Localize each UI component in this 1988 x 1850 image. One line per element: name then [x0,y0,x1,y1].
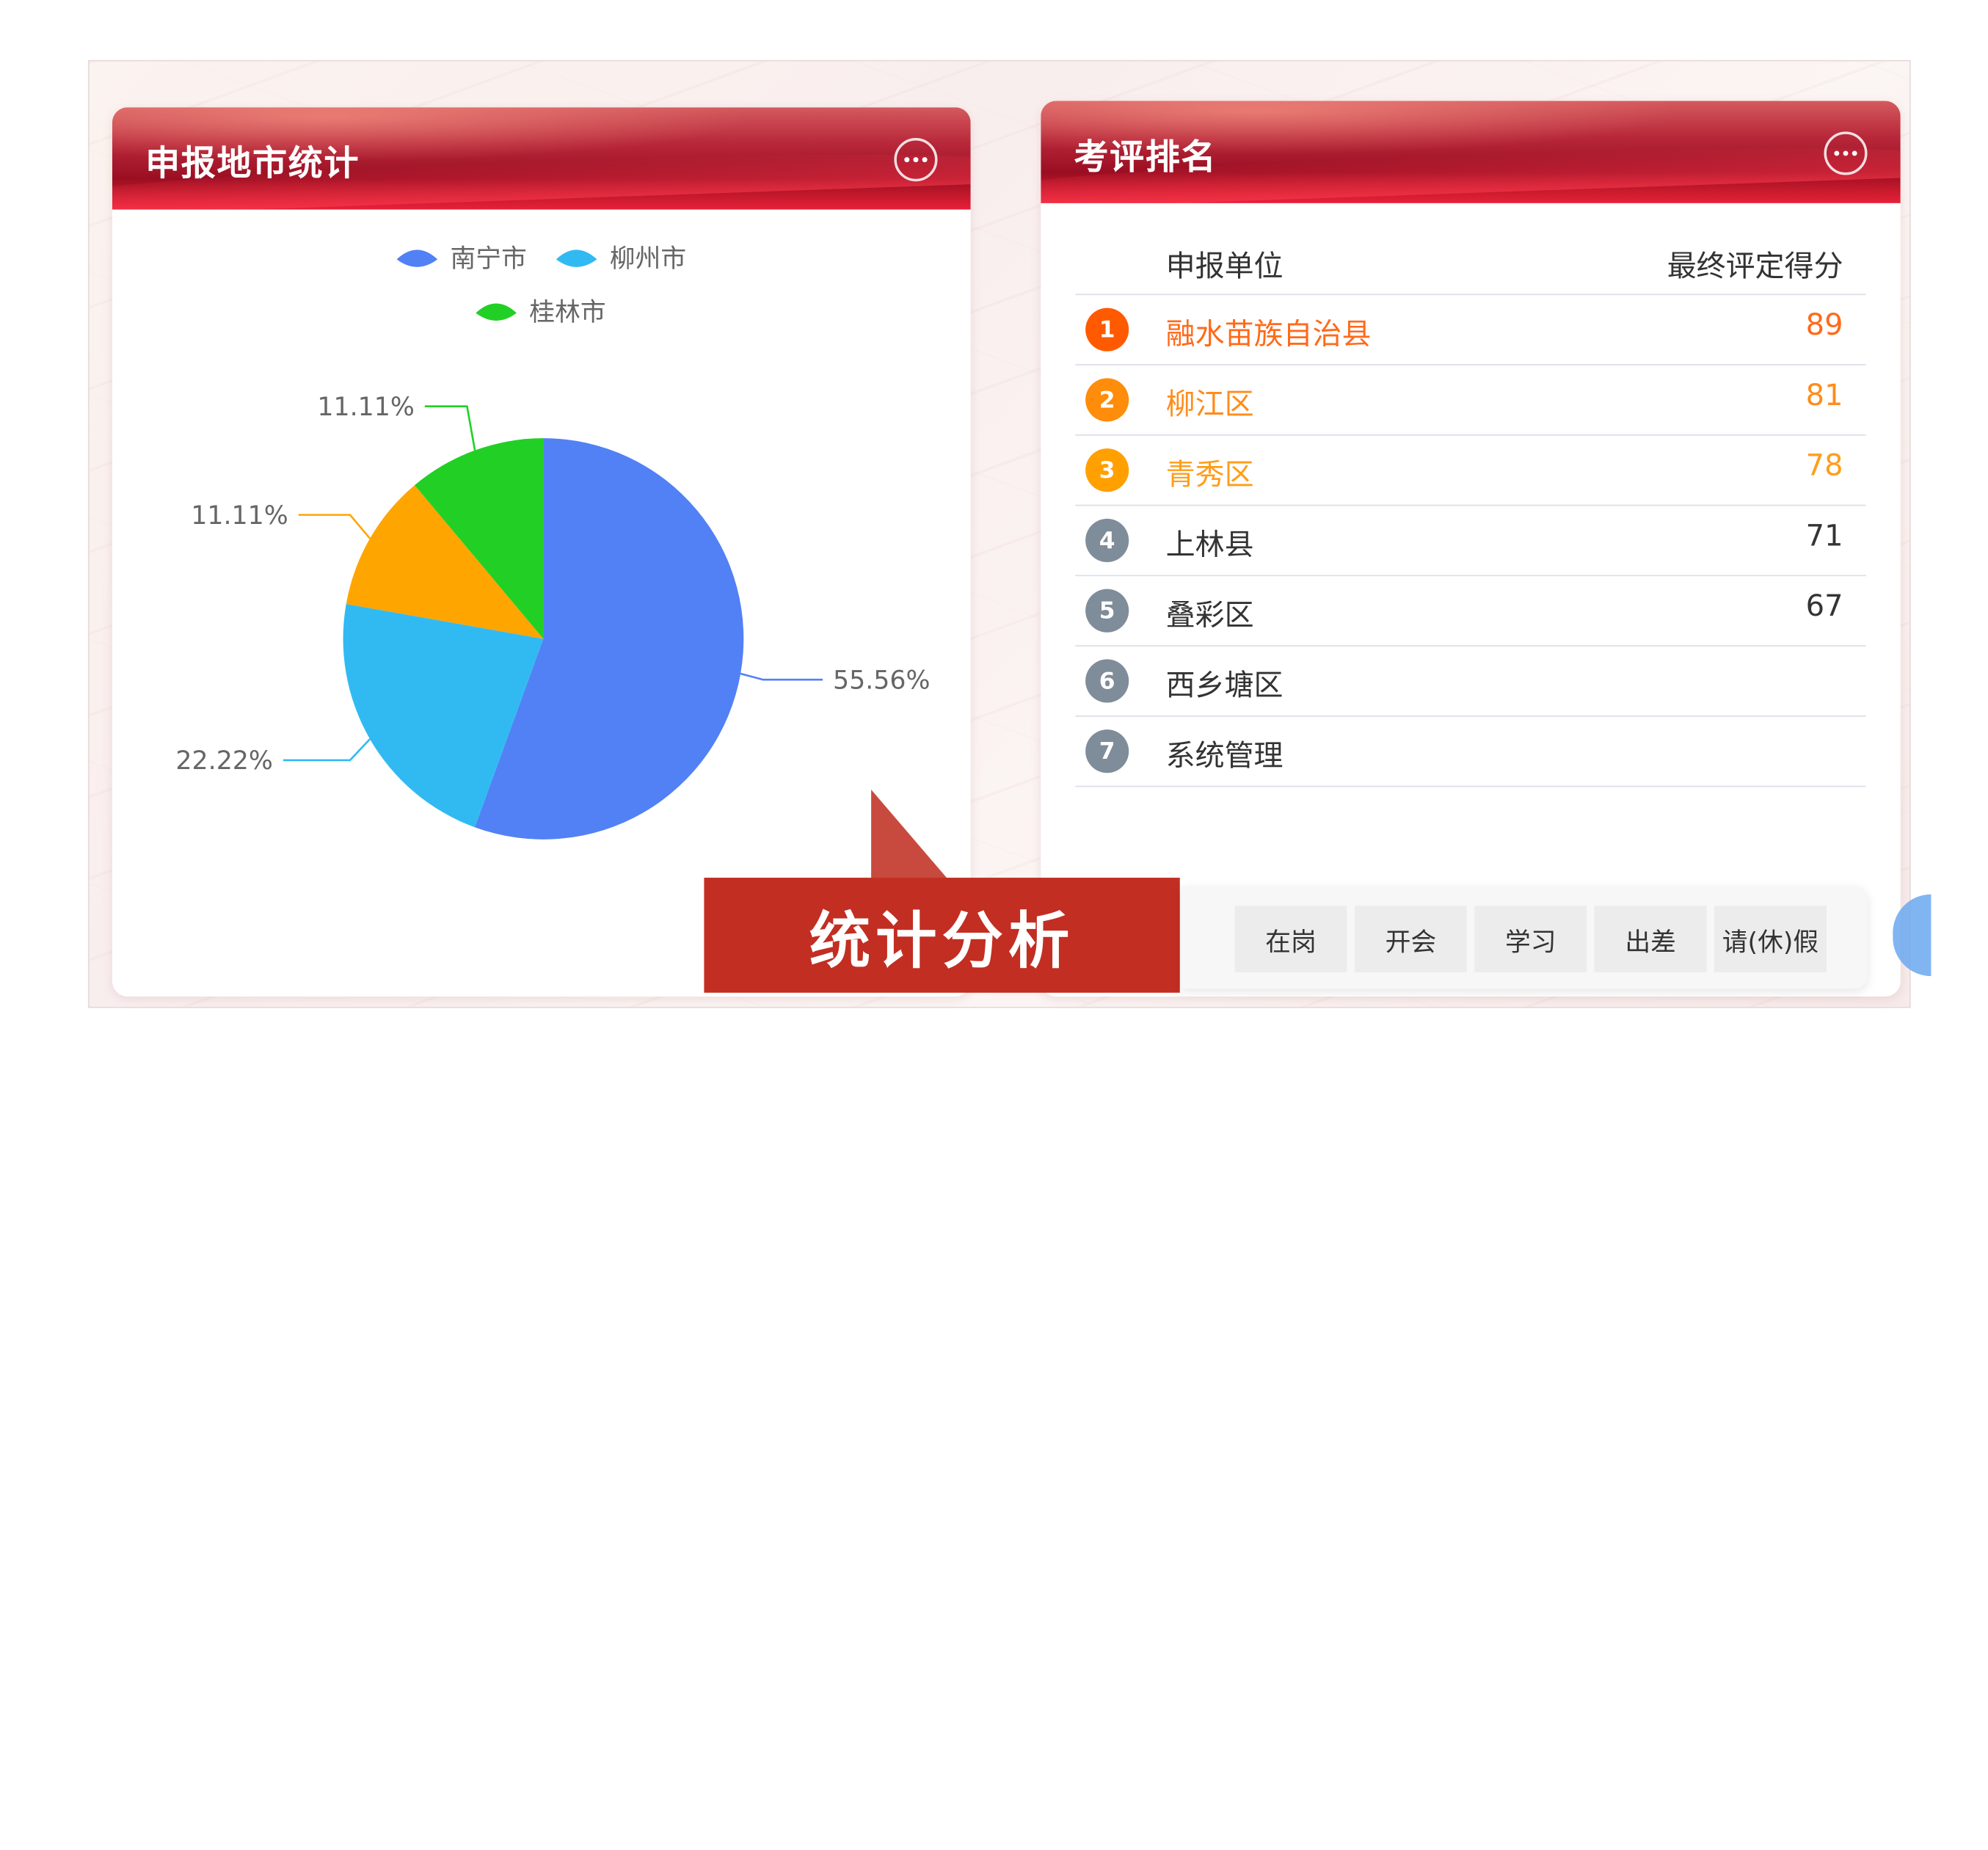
rank-unit-name: 青秀区 [1165,459,1254,492]
banner-pointer [871,789,948,879]
ranking-row[interactable]: 5 叠彩区 67 [1075,576,1866,647]
pie-slice-label: 11.11% [317,393,415,422]
region-stats-card: 申报地市统计 南宁市 柳州市 桂林市 55.56% 22.22% 11.11% 11.… [112,107,971,997]
ranking-row[interactable]: 7 系统管理 [1075,717,1866,787]
rank-score: 81 [1805,379,1843,413]
rank-badge: 4 [1085,518,1129,563]
rank-unit-name: 西乡塘区 [1165,669,1284,703]
rank-unit-name: 叠彩区 [1165,599,1254,633]
rank-badge: 1 [1085,307,1129,352]
status-meeting-button[interactable]: 开会 [1354,906,1467,972]
pie-chart: 55.56% 22.22% 11.11% 11.11% [175,393,931,840]
rank-score: 89 [1805,309,1843,343]
ranking-card: 考评排名 申报单位 最终评定得分 1 融水苗族自治县 89 2 柳江区 81 3 青秀区 78 4… [1041,101,1901,997]
ranking-row[interactable]: 3 青秀区 78 [1075,436,1866,506]
pie-label-line [424,405,476,451]
pie-label-line [740,672,823,681]
rank-unit-name: 融水苗族自治县 [1165,318,1372,352]
ranking-table-header: 申报单位 最终评定得分 [1075,241,1866,296]
ranking-row[interactable]: 2 柳江区 81 [1075,365,1866,436]
pie-slice-label: 22.22% [175,746,273,776]
rank-badge: 5 [1085,589,1129,633]
rank-unit-name: 上林县 [1165,528,1254,563]
stage: 申报地市统计 南宁市 柳州市 桂林市 55.56% 22.22% 11.11% 11.… [0,0,1988,1850]
col-unit-header: 申报单位 [1165,250,1284,284]
rank-badge: 3 [1085,448,1129,492]
rank-badge: 7 [1085,729,1129,773]
status-bar: 在岗 开会 学习 出差 请(休)假 [1181,886,1868,989]
rank-score: 67 [1805,590,1843,624]
rank-unit-name: 柳江区 [1165,388,1254,422]
pie-label-line [283,738,371,762]
pie-slice-label: 55.56% [833,666,931,695]
ranking-title: 考评排名 [1074,138,1217,178]
ranking-header: 考评排名 [1041,101,1901,203]
status-business-trip-button[interactable]: 出差 [1594,906,1707,972]
region-stats-more-icon[interactable] [894,138,938,182]
rank-score: 71 [1805,520,1843,553]
rank-badge: 6 [1085,659,1129,703]
stats-analysis-banner: 统计分析 [704,878,1180,993]
ranking-row[interactable]: 1 融水苗族自治县 89 [1075,295,1866,365]
rank-unit-name: 系统管理 [1165,740,1284,773]
ranking-row[interactable]: 4 上林县 71 [1075,506,1866,577]
rank-score: 78 [1805,449,1843,484]
ranking-more-icon[interactable] [1824,131,1868,175]
ranking-row[interactable]: 6 西乡塘区 [1075,647,1866,717]
status-leave-button[interactable]: 请(休)假 [1714,906,1827,972]
rank-badge: 2 [1085,378,1129,422]
status-on-duty-button[interactable]: 在岗 [1234,906,1347,972]
status-study-button[interactable]: 学习 [1474,906,1587,972]
region-stats-title: 申报地市统计 [145,144,360,184]
pie-slice-label: 11.11% [191,501,288,531]
col-score-header: 最终评定得分 [1667,250,1843,284]
pie-label-line [298,514,371,539]
